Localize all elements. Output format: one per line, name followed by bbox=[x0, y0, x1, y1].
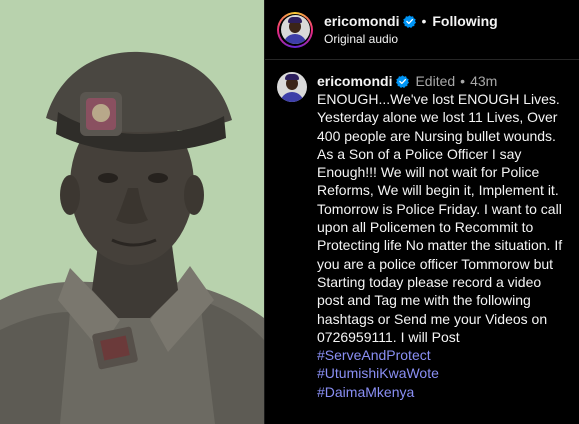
post-timestamp[interactable]: 43m bbox=[470, 72, 497, 90]
caption-text: ENOUGH...We've lost ENOUGH Lives. Yester… bbox=[317, 91, 567, 345]
original-audio-link[interactable]: Original audio bbox=[324, 32, 498, 46]
officer-portrait-illustration bbox=[0, 0, 264, 424]
verified-badge-icon bbox=[403, 14, 417, 28]
hashtag-link[interactable]: #DaimaMkenya bbox=[317, 383, 567, 401]
post-sidebar: ericomondi • Following Original audio er… bbox=[264, 0, 579, 424]
hashtag-link[interactable]: #ServeAndProtect bbox=[317, 346, 567, 364]
following-button[interactable]: Following bbox=[432, 13, 497, 29]
author-username[interactable]: ericomondi bbox=[324, 13, 399, 29]
post-view: ericomondi • Following Original audio er… bbox=[0, 0, 579, 424]
profile-avatar bbox=[280, 15, 310, 44]
separator-dot: • bbox=[460, 73, 466, 89]
verified-badge-icon bbox=[396, 74, 410, 88]
separator-dot: • bbox=[421, 13, 427, 29]
post-header: ericomondi • Following Original audio bbox=[265, 0, 579, 60]
post-image[interactable] bbox=[0, 0, 264, 424]
caption-author-avatar[interactable] bbox=[277, 72, 307, 102]
edited-label: Edited bbox=[415, 73, 456, 89]
caption-comment: ericomondi Edited • 43m ENOUGH...We've l… bbox=[265, 60, 579, 401]
caption-username[interactable]: ericomondi bbox=[317, 72, 392, 90]
story-ring-avatar[interactable] bbox=[277, 11, 313, 48]
hashtag-link[interactable]: #UtumishiKwaWote bbox=[317, 364, 567, 382]
